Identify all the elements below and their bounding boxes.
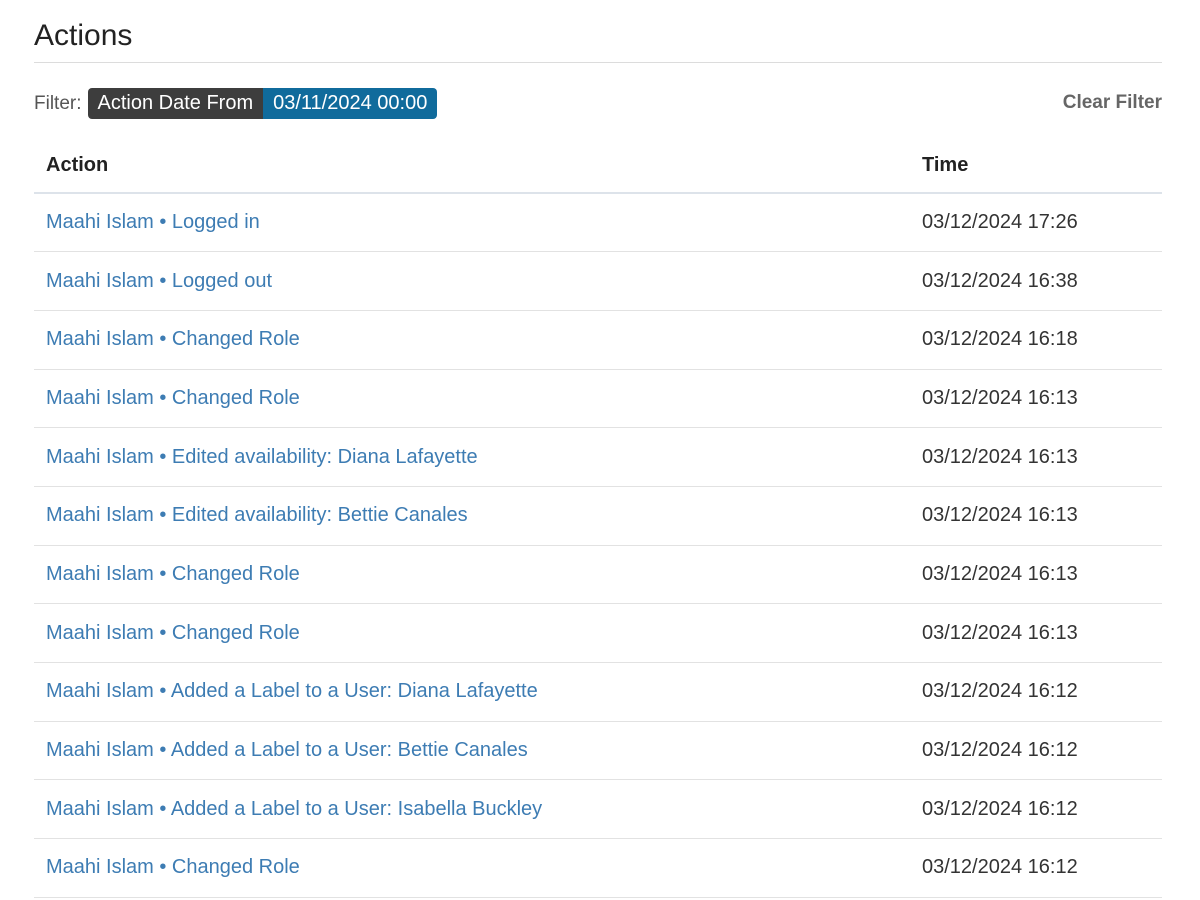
filter-bar: Filter: Action Date From 03/11/2024 00:0… [34, 63, 1162, 143]
time-cell: 03/12/2024 16:13 [922, 445, 1078, 468]
action-link[interactable]: Maahi Islam • Changed Role [46, 328, 300, 350]
table-row: Maahi Islam • Changed Role 03/12/2024 16… [34, 604, 1162, 663]
clear-filter-link[interactable]: Clear Filter [1063, 92, 1162, 114]
column-header-action[interactable]: Action [34, 143, 922, 194]
action-cell: Maahi Islam • Edited availability: Diana… [34, 428, 922, 487]
action-link[interactable]: Maahi Islam • Changed Role [46, 387, 300, 409]
action-link[interactable]: Maahi Islam • Logged out [46, 270, 272, 292]
table-row: Maahi Islam • Edited availability: Betti… [34, 486, 1162, 546]
time-cell: 03/12/2024 16:13 [922, 504, 1078, 527]
table-row: Maahi Islam • Added a Label to a User: B… [34, 721, 1162, 780]
time-cell: 03/12/2024 16:13 [922, 386, 1078, 409]
table-row: Maahi Islam • Logged in 03/12/2024 17:26 [34, 193, 1162, 252]
table-row: Maahi Islam • Added a Label to a User: I… [34, 780, 1162, 839]
action-link[interactable]: Maahi Islam • Added a Label to a User: D… [46, 680, 538, 702]
time-cell: 03/12/2024 16:12 [922, 739, 1078, 762]
page-title: Actions [34, 0, 1162, 63]
table-header-row: Action Time [34, 143, 1162, 194]
time-cell: 03/12/2024 16:12 [922, 797, 1078, 820]
table-header: Action Time [34, 143, 1162, 194]
action-link[interactable]: Maahi Islam • Added a Label to a User: B… [46, 739, 528, 761]
action-cell: Maahi Islam • Changed Role [34, 604, 922, 663]
action-link[interactable]: Maahi Islam • Changed Role [46, 856, 300, 878]
time-cell: 03/12/2024 16:13 [922, 621, 1078, 644]
time-cell: 03/12/2024 16:12 [922, 680, 1078, 703]
action-cell: Maahi Islam • Logged out [34, 252, 922, 311]
table-row: Maahi Islam • Logged out 03/12/2024 16:3… [34, 252, 1162, 311]
table-row: Maahi Islam • Changed Role 03/12/2024 16… [34, 310, 1162, 370]
time-cell: 03/12/2024 17:26 [922, 211, 1078, 234]
table-row: Maahi Islam • Added a Label to a User: D… [34, 663, 1162, 722]
action-cell: Maahi Islam • Added a Label to a User: B… [34, 721, 922, 780]
action-cell: Maahi Islam • Added a Label to a User: I… [34, 780, 922, 839]
action-link[interactable]: Maahi Islam • Edited availability: Betti… [46, 504, 468, 526]
action-cell: Maahi Islam • Edited availability: Betti… [34, 486, 922, 545]
actions-page: Actions Filter: Action Date From 03/11/2… [34, 0, 1162, 898]
filter-label: Filter: [34, 92, 82, 114]
time-cell: 03/12/2024 16:18 [922, 328, 1078, 351]
column-header-time[interactable]: Time [922, 143, 1162, 194]
action-cell: Maahi Islam • Changed Role [34, 310, 922, 369]
table-row: Maahi Islam • Changed Role 03/12/2024 16… [34, 545, 1162, 604]
action-cell: Maahi Islam • Changed Role [34, 545, 922, 604]
action-cell: Maahi Islam • Logged in [34, 193, 922, 252]
table-row: Maahi Islam • Changed Role 03/12/2024 16… [34, 369, 1162, 428]
filter-chip-action-date-from[interactable]: Action Date From 03/11/2024 00:00 [87, 88, 438, 119]
action-link[interactable]: Maahi Islam • Logged in [46, 211, 260, 233]
action-cell: Maahi Islam • Added a Label to a User: D… [34, 663, 922, 722]
filter-group: Filter: Action Date From 03/11/2024 00:0… [34, 88, 438, 119]
action-cell: Maahi Islam • Changed Role [34, 839, 922, 898]
action-link[interactable]: Maahi Islam • Changed Role [46, 622, 300, 644]
actions-table: Action Time Maahi Islam • Logged in 03/1… [34, 143, 1162, 898]
action-link[interactable]: Maahi Islam • Added a Label to a User: I… [46, 798, 542, 820]
filter-chip-key: Action Date From [87, 88, 264, 119]
table-body: Maahi Islam • Logged in 03/12/2024 17:26… [34, 193, 1162, 898]
time-cell: 03/12/2024 16:12 [922, 856, 1078, 879]
table-row: Maahi Islam • Edited availability: Diana… [34, 428, 1162, 487]
time-cell: 03/12/2024 16:13 [922, 562, 1078, 585]
time-cell: 03/12/2024 16:38 [922, 269, 1078, 292]
action-cell: Maahi Islam • Changed Role [34, 369, 922, 428]
table-row: Maahi Islam • Changed Role 03/12/2024 16… [34, 839, 1162, 898]
action-link[interactable]: Maahi Islam • Edited availability: Diana… [46, 446, 478, 468]
action-link[interactable]: Maahi Islam • Changed Role [46, 563, 300, 585]
filter-chip-value: 03/11/2024 00:00 [263, 88, 438, 119]
